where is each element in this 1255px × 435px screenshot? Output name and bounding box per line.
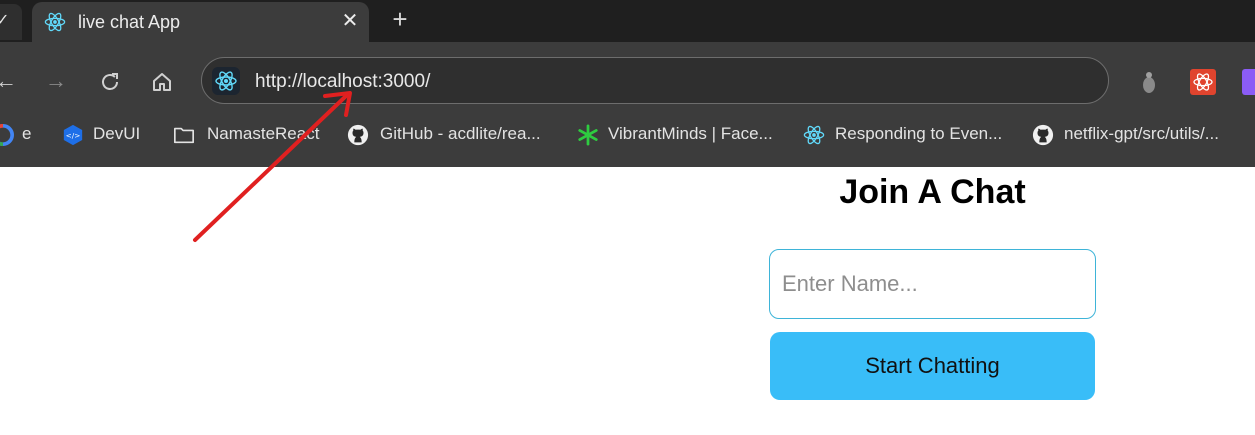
annotation-arrow-icon: [193, 91, 352, 242]
close-tab-icon[interactable]: ✕: [338, 8, 362, 33]
bookmark-google[interactable]: e: [22, 124, 31, 144]
react-icon: [803, 125, 825, 145]
bookmark-netflix-gpt[interactable]: netflix-gpt/src/utils/...: [1064, 124, 1219, 144]
tab-title: live chat App: [78, 12, 181, 32]
bookmark-responding-to-events[interactable]: Responding to Even...: [835, 124, 1002, 144]
start-chatting-button[interactable]: Start Chatting: [770, 332, 1095, 400]
page-title: Join A Chat: [839, 173, 1026, 211]
bookmark-github-acdlite[interactable]: GitHub - acdlite/rea...: [380, 124, 541, 144]
react-icon: [44, 12, 66, 32]
active-tab[interactable]: live chat App ✕: [32, 2, 369, 47]
bookmark-vibrantminds[interactable]: VibrantMinds | Face...: [608, 124, 773, 144]
github-icon: [1032, 124, 1054, 146]
check-icon: ✓: [0, 12, 10, 29]
home-icon[interactable]: [150, 70, 174, 94]
forward-icon[interactable]: →: [42, 68, 70, 94]
google-icon: [0, 124, 14, 146]
new-tab-button[interactable]: +: [388, 4, 412, 35]
previous-tab[interactable]: ✓: [0, 4, 22, 40]
svg-text:</>: </>: [66, 131, 81, 140]
back-icon[interactable]: ←: [0, 68, 20, 94]
asterisk-icon: [578, 124, 598, 146]
extension-icon[interactable]: [1141, 70, 1157, 94]
devui-icon: </>: [63, 124, 83, 146]
browser-tab-bar: ✓ live chat App ✕ +: [0, 0, 1255, 47]
reload-icon[interactable]: [98, 70, 122, 94]
name-input[interactable]: [769, 249, 1096, 319]
react-devtools-icon[interactable]: [1190, 69, 1216, 95]
bookmark-devui[interactable]: DevUI: [93, 124, 140, 144]
extension-icon[interactable]: [1242, 69, 1255, 95]
